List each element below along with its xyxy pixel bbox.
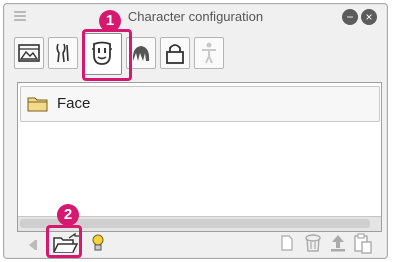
minimize-icon[interactable]: −	[342, 9, 358, 25]
figure-icon	[202, 42, 216, 64]
lock-tab[interactable]	[160, 37, 190, 69]
list-item[interactable]: Face	[20, 86, 380, 122]
title-bar[interactable]: Character configuration − ×	[4, 4, 387, 30]
back-arrow-icon[interactable]	[26, 238, 38, 252]
body-shape-icon	[56, 43, 69, 63]
step-badge-2: 2	[57, 204, 79, 226]
upload-icon[interactable]	[329, 233, 347, 253]
parts-toolbar	[14, 33, 314, 77]
figure-tab[interactable]	[194, 37, 224, 69]
open-folder-highlight	[46, 225, 82, 258]
scene-tab[interactable]	[14, 37, 44, 69]
lock-icon	[166, 44, 184, 64]
scene-icon	[18, 44, 40, 62]
body-tab[interactable]	[48, 37, 78, 69]
paste-icon[interactable]	[353, 232, 373, 254]
window-title: Character configuration	[127, 9, 264, 24]
close-icon[interactable]: ×	[361, 9, 377, 25]
step-badge-1: 1	[99, 10, 121, 32]
delete-icon[interactable]	[304, 233, 322, 253]
folder-icon	[27, 97, 48, 112]
list-item-label: Face	[57, 95, 91, 112]
lightbulb-icon[interactable]	[91, 234, 105, 252]
hair-icon	[132, 46, 150, 61]
face-tab-highlight	[82, 29, 132, 81]
new-page-icon[interactable]	[280, 235, 294, 251]
